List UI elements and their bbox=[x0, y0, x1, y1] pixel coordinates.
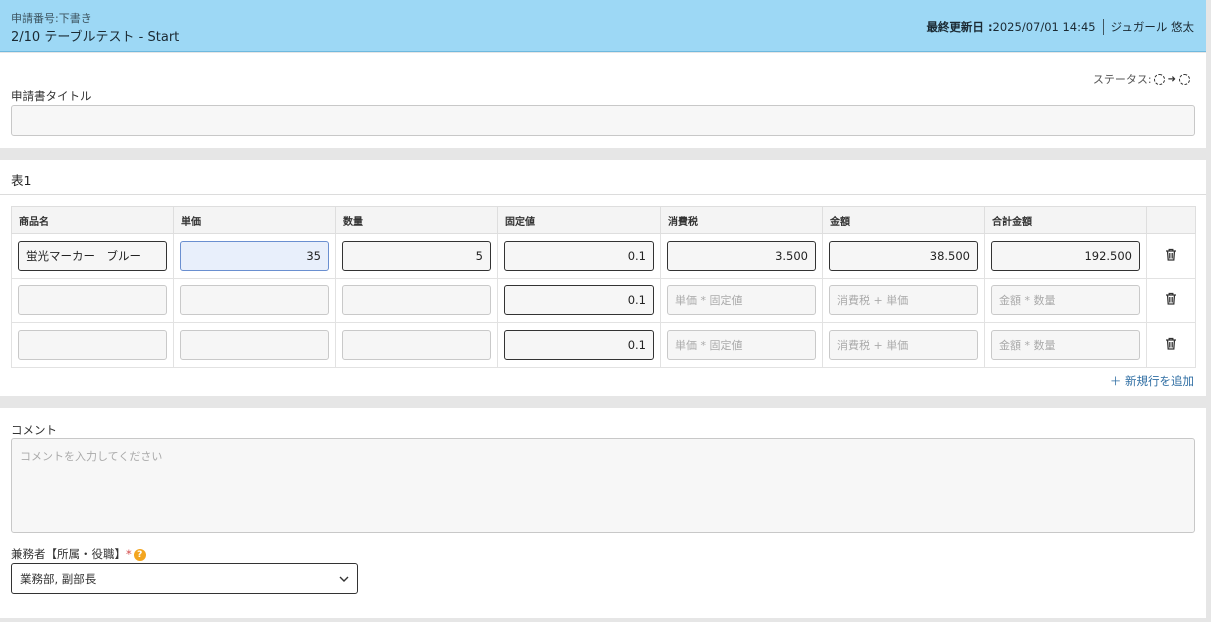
delete-row-button[interactable] bbox=[1153, 248, 1189, 264]
unit-price-input[interactable] bbox=[180, 285, 329, 316]
assignee-selected-value: 業務部, 副部長 bbox=[20, 571, 97, 586]
app-header: 申請番号:下書き 2/10 テーブルテスト - Start 最終更新日 : 20… bbox=[0, 0, 1206, 52]
title-section: ステータス: ➜ 申請書タイトル bbox=[0, 53, 1206, 148]
status-step-circle-icon bbox=[1179, 73, 1190, 85]
title-input[interactable] bbox=[11, 105, 1195, 136]
delete-row-button[interactable] bbox=[1153, 337, 1189, 353]
assignee-select[interactable]: 業務部, 副部長 bbox=[11, 563, 358, 594]
user-name[interactable]: ジュガール 悠太 bbox=[1111, 19, 1194, 35]
last-updated-value: 2025/07/01 14:45 bbox=[992, 20, 1096, 34]
column-header-unit-price: 単価 bbox=[173, 206, 336, 234]
add-row-button[interactable]: ＋ 新規行を追加 bbox=[1110, 373, 1194, 389]
quantity-input[interactable]: 5 bbox=[342, 240, 491, 271]
table-title: 表1 bbox=[11, 173, 32, 188]
tax-field[interactable]: 3.500 bbox=[667, 240, 816, 271]
column-header-total: 合計金額 bbox=[984, 206, 1147, 234]
amount-field[interactable]: 消費税 + 単価 bbox=[829, 329, 978, 360]
trash-icon bbox=[1166, 248, 1176, 261]
fixed-value-input[interactable]: 0.1 bbox=[504, 329, 654, 360]
divider bbox=[0, 194, 1206, 195]
product-name-input[interactable] bbox=[18, 329, 167, 360]
comment-label: コメント bbox=[11, 423, 57, 437]
amount-field[interactable]: 38.500 bbox=[829, 240, 978, 271]
tax-field[interactable]: 単価 * 固定値 bbox=[667, 329, 816, 360]
arrow-right-icon: ➜ bbox=[1167, 73, 1176, 85]
status-indicator: ステータス: ➜ bbox=[1093, 71, 1192, 87]
table-section: 表1 商品名 単価 数量 固定値 消費税 金額 合計金額 蛍光マーカー ブルー … bbox=[0, 160, 1206, 396]
total-field[interactable]: 金額 * 数量 bbox=[991, 285, 1140, 316]
column-header-name: 商品名 bbox=[11, 206, 174, 234]
title-label: 申請書タイトル bbox=[11, 89, 92, 103]
status-label: ステータス: bbox=[1092, 73, 1152, 86]
last-updated-label: 最終更新日 : bbox=[926, 20, 993, 34]
required-mark: * bbox=[126, 547, 132, 561]
help-icon[interactable]: ? bbox=[133, 549, 146, 561]
total-field[interactable]: 192.500 bbox=[991, 240, 1140, 271]
unit-price-input[interactable]: 35 bbox=[180, 240, 329, 271]
column-header-fixed: 固定値 bbox=[497, 206, 661, 234]
chevron-down-icon bbox=[339, 576, 349, 582]
header-meta: 最終更新日 : 2025/07/01 14:45 ジュガール 悠太 bbox=[926, 19, 1194, 35]
product-name-input[interactable]: 蛍光マーカー ブルー bbox=[18, 240, 167, 271]
column-header-amount: 金額 bbox=[822, 206, 985, 234]
unit-price-input[interactable] bbox=[180, 329, 329, 360]
trash-icon bbox=[1166, 337, 1176, 350]
amount-field[interactable]: 消費税 + 単価 bbox=[829, 285, 978, 316]
trash-icon bbox=[1166, 293, 1176, 305]
comment-section: コメント コメントを入力してください 兼務者【所属・役職】*? 業務部, 副部長 bbox=[0, 408, 1206, 618]
header-divider bbox=[1102, 19, 1104, 35]
fixed-value-input[interactable]: 0.1 bbox=[504, 285, 654, 316]
table-row: 0.1 単価 * 固定値 消費税 + 単価 金額 * 数量 bbox=[11, 277, 1196, 323]
page-title: 2/10 テーブルテスト - Start bbox=[11, 30, 180, 45]
application-number: 申請番号:下書き bbox=[11, 12, 92, 25]
column-header-tax: 消費税 bbox=[660, 206, 823, 234]
quantity-input[interactable] bbox=[342, 285, 491, 316]
assignee-label: 兼務者【所属・役職】 bbox=[11, 547, 126, 561]
status-step-circle-icon bbox=[1153, 73, 1165, 85]
assignee-label-group: 兼務者【所属・役職】*? bbox=[11, 546, 146, 562]
tax-field[interactable]: 単価 * 固定値 bbox=[667, 285, 816, 316]
table-header-row: 商品名 単価 数量 固定値 消費税 金額 合計金額 bbox=[11, 206, 1196, 234]
comment-textarea[interactable]: コメントを入力してください bbox=[11, 438, 1195, 533]
table-row: 0.1 単価 * 固定値 消費税 + 単価 金額 * 数量 bbox=[11, 322, 1196, 368]
column-header-actions bbox=[1146, 206, 1196, 234]
fixed-value-input[interactable]: 0.1 bbox=[504, 240, 654, 271]
items-table: 商品名 単価 数量 固定値 消費税 金額 合計金額 蛍光マーカー ブルー 35 … bbox=[11, 206, 1196, 368]
table-row: 蛍光マーカー ブルー 35 5 0.1 3.500 38.500 192.500 bbox=[11, 233, 1196, 279]
column-header-quantity: 数量 bbox=[335, 206, 498, 234]
delete-row-button[interactable] bbox=[1153, 292, 1189, 308]
quantity-input[interactable] bbox=[342, 329, 491, 360]
product-name-input[interactable] bbox=[18, 285, 167, 316]
total-field[interactable]: 金額 * 数量 bbox=[991, 329, 1140, 360]
